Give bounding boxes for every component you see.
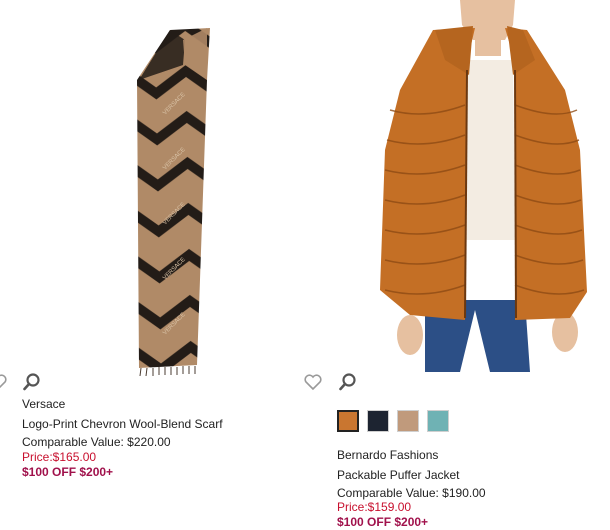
- quick-view-search-icon[interactable]: [338, 372, 358, 392]
- color-swatch-tan[interactable]: [397, 410, 419, 432]
- heart-icon: [0, 374, 7, 389]
- quick-view-search-icon[interactable]: [22, 372, 42, 392]
- heart-icon: [304, 374, 322, 391]
- scarf-image: VERSACE VERSACE VERSACE VERSACE VERSACE: [137, 28, 210, 377]
- comparable-value: Comparable Value: $190.00: [337, 486, 486, 500]
- product-name[interactable]: Logo-Print Chevron Wool-Blend Scarf: [22, 417, 223, 431]
- product-name[interactable]: Packable Puffer Jacket: [337, 468, 460, 482]
- product-image-jacket[interactable]: [365, 0, 595, 372]
- magnifier-icon: [339, 373, 356, 391]
- color-swatch-navy[interactable]: [367, 410, 389, 432]
- puffer-jacket-image: [380, 0, 587, 372]
- wishlist-heart-icon[interactable]: [303, 372, 323, 392]
- color-swatch-teal[interactable]: [427, 410, 449, 432]
- product-image-scarf[interactable]: VERSACE VERSACE VERSACE VERSACE VERSACE: [125, 20, 220, 380]
- comparable-value: Comparable Value: $220.00: [22, 435, 171, 449]
- product-card-scarf[interactable]: VERSACE VERSACE VERSACE VERSACE VERSACE: [0, 0, 305, 530]
- product-brand[interactable]: Bernardo Fashions: [337, 448, 438, 462]
- magnifier-icon: [23, 373, 40, 391]
- product-card-puffer-jacket[interactable]: Bernardo Fashions Packable Puffer Jacket…: [303, 0, 610, 530]
- product-price: Price:$165.00: [22, 450, 97, 464]
- color-swatch-orange[interactable]: [337, 410, 359, 432]
- promo-badge: $100 OFF $200+: [337, 515, 429, 529]
- wishlist-heart-icon[interactable]: [0, 372, 8, 392]
- product-brand[interactable]: Versace: [22, 397, 65, 411]
- product-price: Price:$159.00: [337, 500, 412, 514]
- promo-badge: $100 OFF $200+: [22, 465, 114, 479]
